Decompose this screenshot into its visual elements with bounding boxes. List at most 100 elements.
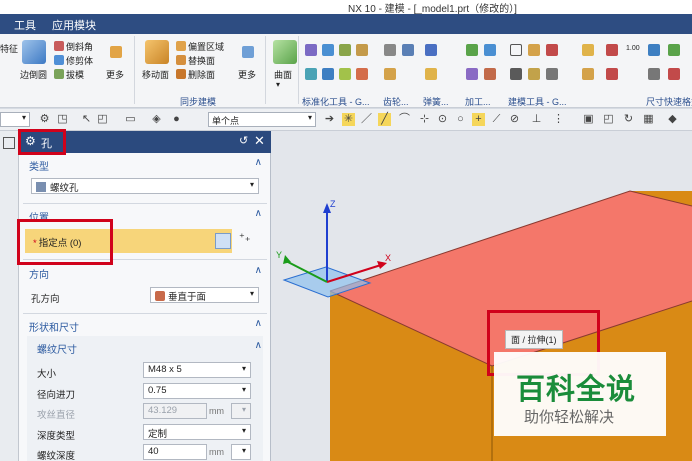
dimension-tool-icon[interactable] bbox=[582, 68, 594, 80]
collapse-icon[interactable]: ∧ bbox=[255, 265, 262, 276]
surface-dropdown-icon[interactable]: ▾ bbox=[276, 80, 280, 89]
point-dialog-icon[interactable]: ⁺₊ bbox=[239, 231, 251, 244]
thread-size-title[interactable]: 螺纹尺寸 bbox=[37, 341, 77, 356]
sketch-section-icon[interactable] bbox=[215, 233, 231, 249]
menu-tools[interactable]: 工具 bbox=[14, 17, 36, 33]
modeling-tool-icon[interactable] bbox=[528, 68, 540, 80]
spring-tool-icon[interactable] bbox=[425, 44, 437, 56]
thread-depth-unit-dropdown[interactable]: ▾ bbox=[231, 444, 251, 460]
lasso-icon[interactable]: ◰ bbox=[96, 113, 109, 126]
surface-icon[interactable] bbox=[273, 40, 297, 64]
collapse-icon[interactable]: ∧ bbox=[255, 318, 262, 329]
trim-body-button[interactable]: 修剪体 bbox=[54, 54, 93, 67]
section-type-title[interactable]: 类型 bbox=[29, 158, 49, 173]
box-select-icon[interactable]: ▭ bbox=[124, 113, 137, 126]
dimension-tool-icon[interactable] bbox=[606, 68, 618, 80]
modeling-tool-icon[interactable] bbox=[546, 68, 558, 80]
arrow-right-icon[interactable]: ➔ bbox=[323, 113, 336, 126]
gear-tool-icon[interactable] bbox=[384, 44, 396, 56]
snap-intersection-icon[interactable]: ⊹ bbox=[418, 113, 431, 126]
snap-grid-icon[interactable]: ⋮ bbox=[552, 113, 565, 126]
offset-region-button[interactable]: 偏置区域 bbox=[176, 40, 224, 53]
snap-quadrant-icon[interactable]: ○ bbox=[454, 113, 467, 126]
delete-face-button[interactable]: 删除面 bbox=[176, 68, 215, 81]
snap-midpoint-icon[interactable]: ╱ bbox=[378, 113, 391, 126]
ribbon-feature-label[interactable]: 特征 bbox=[0, 42, 18, 55]
dimension-tool-icon[interactable] bbox=[648, 44, 660, 56]
gear-tool-icon[interactable] bbox=[402, 44, 414, 56]
move-face-button[interactable]: 移动面 bbox=[142, 68, 169, 81]
display-mode-icon[interactable]: ▦ bbox=[642, 113, 655, 126]
triangle-tool-icon[interactable] bbox=[510, 44, 522, 56]
move-face-icon[interactable] bbox=[145, 40, 169, 64]
radial-engage-dropdown[interactable]: 0.75 ▾ bbox=[143, 383, 251, 399]
machining-tool-icon[interactable] bbox=[466, 44, 478, 56]
filter-icon[interactable]: ⚙ bbox=[38, 113, 51, 126]
snap-endpoint-icon[interactable]: ✳ bbox=[342, 113, 355, 126]
view-fit-icon[interactable]: ▣ bbox=[582, 113, 595, 126]
snap-point-on-icon[interactable]: ⊥ bbox=[530, 113, 543, 126]
edge-blend-button[interactable]: 边倒圆 bbox=[20, 68, 47, 81]
dimension-tool-icon[interactable] bbox=[606, 44, 618, 56]
view-icon[interactable]: ◈ bbox=[150, 113, 163, 126]
part-navigator-icon[interactable] bbox=[3, 137, 15, 149]
thread-size-dropdown[interactable]: M48 x 5 ▾ bbox=[143, 362, 251, 378]
modeling-tool-icon[interactable] bbox=[510, 68, 522, 80]
gear-tool-icon[interactable] bbox=[384, 68, 396, 80]
std-tool-icon[interactable] bbox=[339, 68, 351, 80]
menu-applications[interactable]: 应用模块 bbox=[52, 17, 96, 33]
std-tool-icon[interactable] bbox=[339, 44, 351, 56]
section-direction-title[interactable]: 方向 bbox=[29, 266, 49, 281]
snap-line-icon[interactable]: ／ bbox=[360, 113, 373, 126]
draft-button[interactable]: 拔模 bbox=[54, 68, 84, 81]
snap-tangent-icon[interactable]: ⊘ bbox=[508, 113, 521, 126]
cursor-icon[interactable]: ↖ bbox=[80, 113, 93, 126]
edge-blend-icon[interactable] bbox=[22, 40, 46, 64]
modeling-tool-icon[interactable] bbox=[546, 44, 558, 56]
snap-diagonal-icon[interactable]: ⟋ bbox=[490, 113, 503, 126]
more-button-1[interactable]: 更多 bbox=[106, 68, 124, 81]
dimension-tool-icon[interactable] bbox=[582, 44, 594, 56]
view-zoom-icon[interactable]: ◰ bbox=[602, 113, 615, 126]
machining-tool-icon[interactable] bbox=[484, 68, 496, 80]
sphere-icon[interactable]: ● bbox=[170, 113, 183, 126]
std-tool-icon[interactable] bbox=[356, 68, 368, 80]
snap-cross-icon[interactable]: + bbox=[472, 113, 485, 126]
chevron-down-icon: ▾ bbox=[249, 289, 254, 298]
spring-tool-icon[interactable] bbox=[425, 68, 437, 80]
machining-tool-icon[interactable] bbox=[484, 44, 496, 56]
hole-direction-dropdown[interactable]: 垂直于面 ▾ bbox=[150, 287, 259, 303]
snap-center-icon[interactable]: ⊙ bbox=[436, 113, 449, 126]
std-tool-icon[interactable] bbox=[356, 44, 368, 56]
depth-type-dropdown[interactable]: 定制 ▾ bbox=[143, 424, 251, 440]
render-style-icon[interactable]: ◆ bbox=[666, 113, 679, 126]
std-tool-icon[interactable] bbox=[322, 68, 334, 80]
collapse-icon[interactable]: ∧ bbox=[255, 157, 262, 168]
type-filter-dropdown[interactable]: ▾ bbox=[0, 112, 30, 127]
depth-type-label: 深度类型 bbox=[37, 431, 76, 442]
dimension-tool-icon[interactable] bbox=[668, 68, 680, 80]
std-tool-icon[interactable] bbox=[305, 68, 317, 80]
collapse-icon[interactable]: ∧ bbox=[255, 340, 262, 351]
rotate-icon[interactable]: ↻ bbox=[622, 113, 635, 126]
collapse-icon[interactable]: ∧ bbox=[255, 208, 262, 219]
thread-depth-input[interactable]: 40 bbox=[143, 444, 207, 460]
snap-point-dropdown[interactable]: 单个点 ▾ bbox=[208, 112, 316, 127]
machining-tool-icon[interactable] bbox=[466, 68, 478, 80]
hole-type-dropdown[interactable]: 螺纹孔 ▾ bbox=[31, 178, 259, 194]
reset-icon[interactable]: ↺ bbox=[239, 134, 248, 147]
replace-face-button[interactable]: 替换面 bbox=[176, 54, 215, 67]
snap-curve-icon[interactable]: ⌒ bbox=[398, 113, 411, 126]
modeling-tool-icon[interactable] bbox=[528, 44, 540, 56]
select-icon[interactable]: ◳ bbox=[56, 113, 69, 126]
close-icon[interactable]: ✕ bbox=[254, 133, 265, 149]
dimension-format-button[interactable]: 1.00 bbox=[626, 45, 640, 52]
dimension-tool-icon[interactable] bbox=[648, 68, 660, 80]
more-button-2[interactable]: 更多 bbox=[238, 68, 256, 81]
section-divider bbox=[23, 203, 267, 204]
chamfer-button[interactable]: 倒斜角 bbox=[54, 40, 93, 53]
section-shape-title[interactable]: 形状和尺寸 bbox=[29, 319, 79, 334]
dimension-tool-icon[interactable] bbox=[668, 44, 680, 56]
std-tool-icon[interactable] bbox=[322, 44, 334, 56]
std-tool-icon[interactable] bbox=[305, 44, 317, 56]
